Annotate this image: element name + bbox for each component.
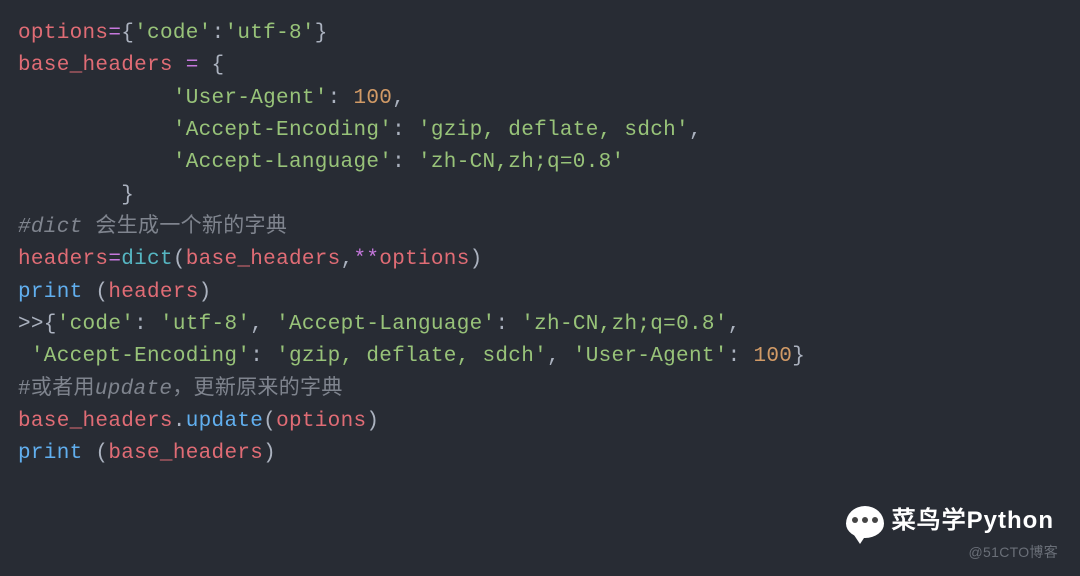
token-comma: , xyxy=(689,119,702,142)
token-string: 'utf-8' xyxy=(224,22,314,45)
token-variable: options xyxy=(276,410,366,433)
token-colon: : xyxy=(328,87,354,110)
token-paren: ) xyxy=(199,281,212,304)
code-line: 'Accept-Encoding': 'gzip, deflate, sdch'… xyxy=(18,115,1062,147)
token-equals: = xyxy=(108,248,121,271)
wechat-icon xyxy=(846,506,884,538)
code-line: 'User-Agent': 100, xyxy=(18,83,1062,115)
comment-line: #或者用update，更新原来的字典 xyxy=(18,374,1062,406)
token-string: 'Accept-Language' xyxy=(173,151,392,174)
token-comma: , xyxy=(392,87,405,110)
code-line: base_headers = { xyxy=(18,50,1062,82)
token-paren: ) xyxy=(263,442,276,465)
token-string: 'code' xyxy=(134,22,211,45)
token-comma: , xyxy=(341,248,354,271)
token-colon: : xyxy=(392,151,418,174)
token-colon: : xyxy=(728,345,754,368)
token-function: print xyxy=(18,442,83,465)
comment-line: #dict 会生成一个新的字典 xyxy=(18,212,1062,244)
token-paren: ( xyxy=(263,410,276,433)
code-line: } xyxy=(18,180,1062,212)
token-operator: ** xyxy=(353,248,379,271)
indent xyxy=(18,184,121,207)
token-string: 'utf-8' xyxy=(160,313,250,336)
output-line: 'Accept-Encoding': 'gzip, deflate, sdch'… xyxy=(18,341,1062,373)
token-dot: . xyxy=(173,410,186,433)
token-function: print xyxy=(18,281,83,304)
token-brace: } xyxy=(315,22,328,45)
output-line: >>{'code': 'utf-8', 'Accept-Language': '… xyxy=(18,309,1062,341)
code-line: print (headers) xyxy=(18,277,1062,309)
watermark-brand-text: 菜鸟学Python xyxy=(892,503,1054,540)
token-colon: : xyxy=(250,345,276,368)
token-comment: # xyxy=(18,216,31,239)
token-variable: options xyxy=(18,22,108,45)
code-line: options={'code':'utf-8'} xyxy=(18,18,1062,50)
watermark-brand: 菜鸟学Python xyxy=(846,503,1054,540)
token-function: update xyxy=(186,410,263,433)
token-comment: 会生成一个新的字典 xyxy=(83,216,288,239)
token-string: 'zh-CN,zh;q=0.8' xyxy=(521,313,727,336)
token-string: 'User-Agent' xyxy=(573,345,728,368)
token-variable: headers xyxy=(18,248,108,271)
token-variable: options xyxy=(379,248,469,271)
space xyxy=(83,281,96,304)
indent xyxy=(18,151,173,174)
token-string: 'Accept-Language' xyxy=(276,313,495,336)
token-variable: base_headers xyxy=(108,442,263,465)
token-brace: } xyxy=(121,184,134,207)
token-string: 'gzip, deflate, sdch' xyxy=(276,345,547,368)
token-brace: { xyxy=(121,22,134,45)
token-paren: ( xyxy=(173,248,186,271)
token-string: 'User-Agent' xyxy=(173,87,328,110)
token-comment: 或者用 xyxy=(31,378,95,401)
token-comma: , xyxy=(547,345,573,368)
token-number: 100 xyxy=(353,87,392,110)
token-variable: base_headers xyxy=(18,54,173,77)
token-string: 'Accept-Encoding' xyxy=(173,119,392,142)
token-comment: ，更新原来的字典 xyxy=(172,378,342,401)
token-comment: # xyxy=(18,378,31,401)
token-repl: >>{ xyxy=(18,313,57,336)
token-paren: ( xyxy=(95,442,108,465)
token-colon: : xyxy=(212,22,225,45)
code-line: headers=dict(base_headers,**options) xyxy=(18,244,1062,276)
token-brace: { xyxy=(212,54,225,77)
token-builtin: dict xyxy=(121,248,173,271)
token-string: 'zh-CN,zh;q=0.8' xyxy=(418,151,624,174)
token-paren: ) xyxy=(366,410,379,433)
indent xyxy=(18,119,173,142)
token-colon: : xyxy=(392,119,418,142)
token-string: 'gzip, deflate, sdch' xyxy=(418,119,689,142)
space xyxy=(83,442,96,465)
code-line: base_headers.update(options) xyxy=(18,406,1062,438)
token-equals: = xyxy=(108,22,121,45)
token-paren: ) xyxy=(470,248,483,271)
token-equals: = xyxy=(173,54,212,77)
token-comma: , xyxy=(728,313,741,336)
token-paren: ( xyxy=(95,281,108,304)
token-keyword: update xyxy=(95,378,172,401)
token-variable: base_headers xyxy=(186,248,341,271)
token-string: 'Accept-Encoding' xyxy=(31,345,250,368)
token-string: 'code' xyxy=(57,313,134,336)
code-line: print (base_headers) xyxy=(18,438,1062,470)
token-colon: : xyxy=(495,313,521,336)
token-colon: : xyxy=(134,313,160,336)
token-variable: base_headers xyxy=(18,410,173,433)
token-keyword: dict xyxy=(31,216,83,239)
token-variable: headers xyxy=(108,281,198,304)
token-comma: , xyxy=(250,313,276,336)
code-block: options={'code':'utf-8'} base_headers = … xyxy=(18,18,1062,471)
indent xyxy=(18,87,173,110)
token-brace: } xyxy=(792,345,805,368)
space xyxy=(18,345,31,368)
watermark-source: @51CTO博客 xyxy=(969,542,1058,564)
code-line: 'Accept-Language': 'zh-CN,zh;q=0.8' xyxy=(18,147,1062,179)
token-number: 100 xyxy=(753,345,792,368)
